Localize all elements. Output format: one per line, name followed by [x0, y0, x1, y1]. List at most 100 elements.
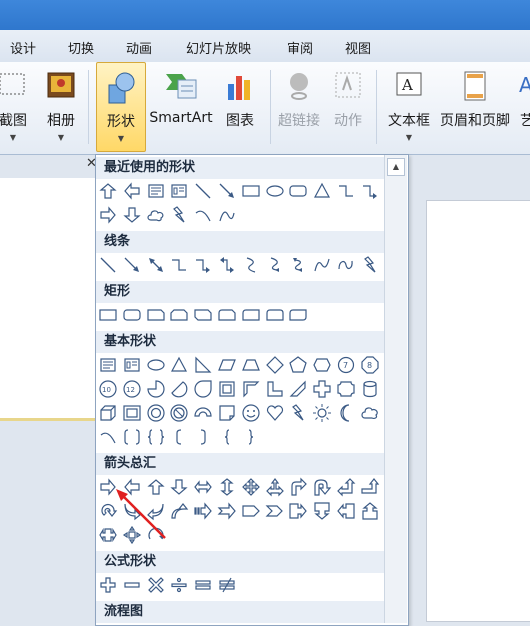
- shape-scribble-icon[interactable]: [336, 255, 356, 275]
- shape-freeform-icon[interactable]: [312, 255, 332, 275]
- shape-pentagon-arrow-icon[interactable]: [241, 501, 261, 521]
- shape-can-icon[interactable]: [360, 379, 380, 399]
- shape-trapezoid-icon[interactable]: [241, 355, 261, 375]
- album-button[interactable]: 相册 ▼: [40, 62, 82, 152]
- shape-equal-icon[interactable]: [193, 575, 213, 595]
- shape-oval-icon[interactable]: [265, 181, 285, 201]
- shape-left-right-up-icon[interactable]: [265, 477, 285, 497]
- shape-rect-text-icon[interactable]: [98, 355, 118, 375]
- shape-triangle-icon[interactable]: [312, 181, 332, 201]
- shape-round-rect3-icon[interactable]: [265, 305, 285, 325]
- shape-elbow-icon[interactable]: [169, 255, 189, 275]
- shape-lightning-icon[interactable]: [288, 403, 308, 423]
- shape-chevron-icon[interactable]: [265, 501, 285, 521]
- tab-animations[interactable]: 动画: [126, 38, 152, 57]
- shape-right-brace-icon[interactable]: [241, 427, 261, 447]
- shape-divide-icon[interactable]: [169, 575, 189, 595]
- shape-left-right-arrow-icon[interactable]: [193, 477, 213, 497]
- shape-up-callout-icon[interactable]: [360, 501, 380, 521]
- shape-quad-arrow-icon[interactable]: [241, 477, 261, 497]
- shape-arrow-left-icon[interactable]: [122, 181, 142, 201]
- chart-button[interactable]: 图表: [220, 62, 260, 152]
- shape-snip-rect2-icon[interactable]: [169, 305, 189, 325]
- shape-elbow-arrow-icon[interactable]: [193, 255, 213, 275]
- screenshot-button[interactable]: 截图 ▼: [0, 62, 38, 152]
- shape-rect-icon[interactable]: [241, 181, 261, 201]
- shape-rect-text2-icon[interactable]: [122, 355, 142, 375]
- shape-arc-icon[interactable]: [98, 427, 118, 447]
- shape-heart-icon[interactable]: [265, 403, 285, 423]
- shape-quad-callout-icon[interactable]: [122, 525, 142, 545]
- shape-not-equal-icon[interactable]: [217, 575, 237, 595]
- shape-pentagon-icon[interactable]: [288, 355, 308, 375]
- shape-rounded-rect-icon[interactable]: [288, 181, 308, 201]
- shape-line-double-arrow-icon[interactable]: [146, 255, 166, 275]
- shape-brace-pair-icon[interactable]: [146, 427, 166, 447]
- tab-design[interactable]: 设计: [10, 38, 36, 57]
- shape-right-callout-icon[interactable]: [288, 501, 308, 521]
- shape-round-snip-icon[interactable]: [217, 305, 237, 325]
- shape-line-arrow-icon[interactable]: [122, 255, 142, 275]
- shape-circular-arrow2-icon[interactable]: [146, 525, 166, 545]
- tab-view[interactable]: 视图: [345, 38, 371, 57]
- shape-cube-icon[interactable]: [98, 403, 118, 423]
- shape-multiply-icon[interactable]: [146, 575, 166, 595]
- shape-arrow-right-icon[interactable]: [98, 205, 118, 225]
- shape-striped-right-icon[interactable]: [193, 501, 213, 521]
- header-footer-button[interactable]: 页眉和页脚: [435, 62, 515, 152]
- shape-curved-up-icon[interactable]: [169, 501, 189, 521]
- tab-transitions[interactable]: 切换: [68, 38, 94, 57]
- shape-chord-icon[interactable]: [169, 379, 189, 399]
- shape-smiley-icon[interactable]: [241, 403, 261, 423]
- shape-half-frame-icon[interactable]: [241, 379, 261, 399]
- wordart-button[interactable]: A 艺: [512, 62, 530, 152]
- shape-arrow-right-icon[interactable]: [98, 477, 118, 497]
- shape-left-callout-icon[interactable]: [336, 501, 356, 521]
- shape-up-down-arrow-icon[interactable]: [217, 477, 237, 497]
- shape-l-shape-icon[interactable]: [265, 379, 285, 399]
- shape-plaque-icon[interactable]: [336, 379, 356, 399]
- shapes-button[interactable]: 形状 ▼: [96, 62, 146, 152]
- shape-rect-text-icon[interactable]: [146, 181, 166, 201]
- shape-arrow-down-icon[interactable]: [169, 477, 189, 497]
- shape-round-diag-icon[interactable]: [288, 305, 308, 325]
- shape-curve-s-arrow-icon[interactable]: [265, 255, 285, 275]
- shape-rounded-rect-icon[interactable]: [122, 305, 142, 325]
- tab-slideshow[interactable]: 幻灯片放映: [186, 38, 251, 57]
- shape-right-triangle-icon[interactable]: [193, 355, 213, 375]
- shape-right-bracket-icon[interactable]: [193, 427, 213, 447]
- shape-snip-diag-icon[interactable]: [193, 305, 213, 325]
- shape-sun-icon[interactable]: [312, 403, 332, 423]
- shape-down-callout-icon[interactable]: [312, 501, 332, 521]
- shape-line-icon[interactable]: [98, 255, 118, 275]
- shape-line-icon[interactable]: [193, 181, 213, 201]
- scroll-up-button[interactable]: ▲: [387, 158, 405, 176]
- shape-bevel-icon[interactable]: [122, 403, 142, 423]
- shape-donut-icon[interactable]: [146, 403, 166, 423]
- smartart-button[interactable]: SmartArt: [147, 62, 215, 152]
- shape-plus-icon[interactable]: [98, 575, 118, 595]
- shape-no-symbol-icon[interactable]: [169, 403, 189, 423]
- shape-block-arc-icon[interactable]: [193, 403, 213, 423]
- shape-arrow-down-icon[interactable]: [122, 205, 142, 225]
- shape-oval-icon[interactable]: [146, 355, 166, 375]
- shape-elbow-arrow-icon[interactable]: [360, 181, 380, 201]
- shape-curve-s-icon[interactable]: [241, 255, 261, 275]
- shape-snip-rect-icon[interactable]: [146, 305, 166, 325]
- hyperlink-button[interactable]: 超链接: [274, 62, 324, 152]
- shape-arc-icon[interactable]: [193, 205, 213, 225]
- shape-cloud-icon[interactable]: [360, 403, 380, 423]
- shape-cross-icon[interactable]: [312, 379, 332, 399]
- shape-arrow-left-icon[interactable]: [122, 477, 142, 497]
- shape-diamond-icon[interactable]: [265, 355, 285, 375]
- shape-left-right-callout-icon[interactable]: [98, 525, 118, 545]
- gallery-scrollbar[interactable]: ▲: [384, 155, 407, 623]
- shape-line-arrow-icon[interactable]: [217, 181, 237, 201]
- shape-circular-arrow-icon[interactable]: [98, 501, 118, 521]
- shape-curve-s-double-icon[interactable]: [288, 255, 308, 275]
- shape-arrow-up-icon[interactable]: [146, 477, 166, 497]
- shape-triangle-icon[interactable]: [169, 355, 189, 375]
- shape-u-turn-icon[interactable]: [312, 477, 332, 497]
- shape-frame-icon[interactable]: [217, 379, 237, 399]
- shape-heptagon-icon[interactable]: 7: [336, 355, 356, 375]
